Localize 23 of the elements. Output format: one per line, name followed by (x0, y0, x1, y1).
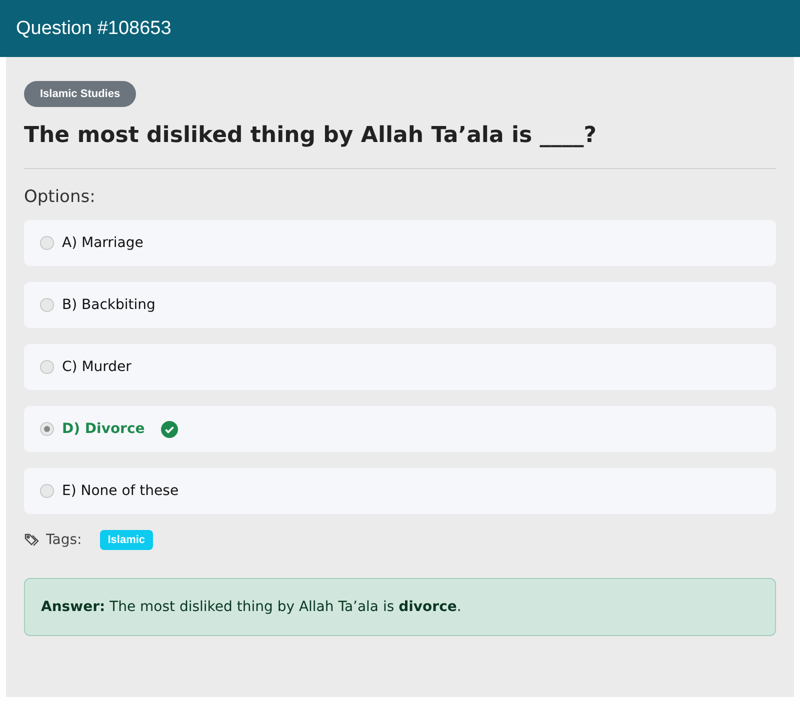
answer-text: Answer: The most disliked thing by Allah Ta’ala is divorce. (24, 578, 776, 636)
page-title: Question #108653 (16, 18, 172, 40)
radio-button[interactable] (40, 236, 54, 250)
option-text: B) Backbiting (62, 297, 156, 313)
option-row[interactable]: B) Backbiting (24, 282, 776, 328)
check-icon (160, 420, 178, 438)
radio-button[interactable] (40, 298, 54, 312)
option-text: A) Marriage (62, 235, 144, 251)
radio-button[interactable] (40, 422, 54, 436)
tag-icon (24, 532, 40, 548)
tags-label: Tags: (46, 532, 82, 548)
option-row[interactable]: C) Murder (24, 344, 776, 390)
option-row[interactable]: D) Divorce (24, 406, 776, 452)
options-label: Options: (24, 187, 96, 207)
category-badge: Islamic Studies (24, 81, 136, 107)
option-text: C) Murder (62, 359, 132, 375)
option-row[interactable]: E) None of these (24, 468, 776, 514)
option-text: D) Divorce (62, 421, 145, 437)
option-row[interactable]: A) Marriage (24, 220, 776, 266)
radio-button[interactable] (40, 484, 54, 498)
question-text: The most disliked thing by Allah Ta’ala is ____? (24, 123, 598, 148)
option-text: E) None of these (62, 483, 179, 499)
radio-button[interactable] (40, 360, 54, 374)
